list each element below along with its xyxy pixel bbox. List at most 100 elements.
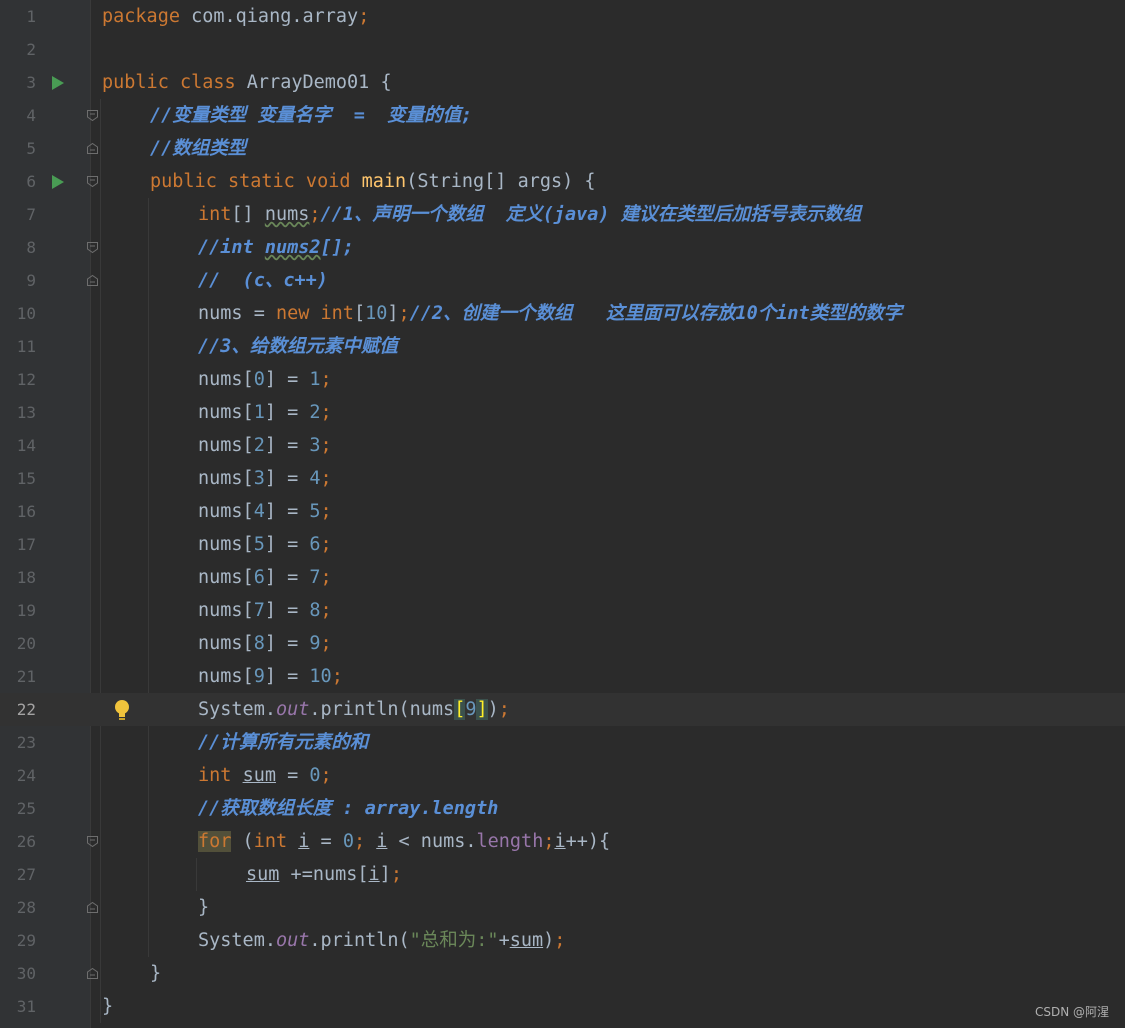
code-token: 9 <box>309 633 321 654</box>
code-token: sum <box>242 765 276 786</box>
line-number: 18 <box>16 568 36 587</box>
fold-close-icon[interactable] <box>86 142 99 155</box>
code-line[interactable]: 24 int sum = 0; <box>0 759 1125 792</box>
code-editor[interactable]: 1 package com.qiang.array; 2 3 public class … <box>0 0 1125 1023</box>
code-token: //3、给数组元素中赋值 <box>198 336 398 357</box>
line-number: 26 <box>16 832 36 851</box>
code-token: com.qiang.array <box>179 6 359 27</box>
code-text: int sum = 0; <box>198 766 332 786</box>
code-token: ; <box>554 930 566 951</box>
code-line[interactable]: 31} <box>0 990 1125 1023</box>
code-line[interactable]: 12 nums[0] = 1; <box>0 363 1125 396</box>
code-token: + <box>498 930 510 951</box>
code-line[interactable]: 21 nums[9] = 10; <box>0 660 1125 693</box>
code-line[interactable]: 23 //计算所有元素的和 <box>0 726 1125 759</box>
code-token: 8 <box>309 600 321 621</box>
fold-open-icon[interactable] <box>86 241 99 254</box>
line-number: 5 <box>26 139 36 158</box>
code-line[interactable]: 17 nums[5] = 6; <box>0 528 1125 561</box>
fold-close-icon[interactable] <box>86 967 99 980</box>
code-token: ; <box>320 369 332 390</box>
code-line[interactable]: 16 nums[4] = 5; <box>0 495 1125 528</box>
run-icon[interactable] <box>51 75 65 91</box>
line-number: 10 <box>16 304 36 323</box>
code-text: for (int i = 0; i < nums.length;i++){ <box>198 831 610 852</box>
code-line[interactable]: 19 nums[7] = 8; <box>0 594 1125 627</box>
code-token: ] = <box>264 534 310 555</box>
code-text: nums[1] = 2; <box>198 403 332 423</box>
code-token: 2 <box>309 402 321 423</box>
code-line[interactable]: 10 nums = new int[10];//2、创建一个数组 这里面可以存放1… <box>0 297 1125 330</box>
code-line[interactable]: 30} <box>0 957 1125 990</box>
code-line[interactable]: 7 int[] nums;//1、声明一个数组 定义(java) 建议在类型后加括… <box>0 198 1125 231</box>
code-token: 5 <box>309 501 321 522</box>
code-line[interactable]: 9 // (c、c++) <box>0 264 1125 297</box>
code-line[interactable]: 29 System.out.println("总和为:"+sum); <box>0 924 1125 957</box>
code-token: //计算所有元素的和 <box>198 732 369 753</box>
code-text: // (c、c++) <box>198 271 328 291</box>
code-token: ] = <box>264 567 310 588</box>
code-token: package <box>102 6 180 27</box>
code-text: nums[0] = 1; <box>198 370 332 390</box>
code-token: ; <box>309 204 321 225</box>
code-token: []; <box>320 237 354 258</box>
fold-open-icon[interactable] <box>86 835 99 848</box>
code-line[interactable]: 25 //获取数组长度 : array.length <box>0 792 1125 825</box>
code-token: ; <box>320 402 332 423</box>
code-token: i <box>554 831 566 852</box>
code-line[interactable]: 5 //数组类型 <box>0 132 1125 165</box>
line-number: 7 <box>26 205 36 224</box>
code-token: 5 <box>253 534 265 555</box>
code-line[interactable]: 20 nums[8] = 9; <box>0 627 1125 660</box>
code-token: ] = <box>264 633 310 654</box>
code-token: ; <box>320 633 332 654</box>
code-token: } <box>150 963 162 984</box>
code-token: ; <box>353 831 377 852</box>
code-line[interactable]: 3 public class ArrayDemo01 { <box>0 66 1125 99</box>
code-token: //2、创建一个数组 这里面可以存放10个int类型的数字 <box>409 303 903 324</box>
code-text: } <box>102 997 113 1017</box>
line-number: 21 <box>16 667 36 686</box>
code-token: ] = <box>264 468 310 489</box>
code-line[interactable]: 4 //变量类型 变量名字 = 变量的值; <box>0 99 1125 132</box>
line-number: 25 <box>16 799 36 818</box>
code-token: .println(nums <box>309 699 455 720</box>
code-token: for <box>198 831 232 852</box>
code-text: int[] nums;//1、声明一个数组 定义(java) 建议在类型后加括号… <box>198 205 861 225</box>
code-token: ] <box>379 864 391 885</box>
code-line[interactable]: 22 System.out.println(nums[9]); <box>0 693 1125 726</box>
code-token: [ <box>353 303 366 324</box>
code-line[interactable]: 13 nums[1] = 2; <box>0 396 1125 429</box>
code-line[interactable]: 15 nums[3] = 4; <box>0 462 1125 495</box>
code-token: //数组类型 <box>150 138 247 159</box>
code-token: //1、声明一个数组 定义(java) 建议在类型后加括号表示数组 <box>320 204 862 225</box>
line-number: 17 <box>16 535 36 554</box>
code-token: nums2 <box>264 237 321 258</box>
fold-close-icon[interactable] <box>86 901 99 914</box>
code-line[interactable]: 18 nums[6] = 7; <box>0 561 1125 594</box>
code-token: ; <box>390 864 402 885</box>
watermark: CSDN @阿湦 <box>1034 1005 1109 1019</box>
line-number: 11 <box>16 337 36 356</box>
code-line[interactable]: 14 nums[2] = 3; <box>0 429 1125 462</box>
code-line[interactable]: 28} <box>0 891 1125 924</box>
line-number: 6 <box>26 172 36 191</box>
code-line[interactable]: 27 sum +=nums[i]; <box>0 858 1125 891</box>
code-token: out <box>275 930 310 951</box>
code-text: nums[3] = 4; <box>198 469 332 489</box>
code-token: } <box>102 996 114 1017</box>
run-icon[interactable] <box>51 174 65 190</box>
fold-open-icon[interactable] <box>86 109 99 122</box>
code-line[interactable]: 1 package com.qiang.array; <box>0 0 1125 33</box>
code-line[interactable]: 8 //int nums2[]; <box>0 231 1125 264</box>
lightbulb-icon[interactable] <box>113 698 131 722</box>
code-line[interactable]: 26 for (int i = 0; i < nums.length;i++){ <box>0 825 1125 858</box>
code-line[interactable]: 11 //3、给数组元素中赋值 <box>0 330 1125 363</box>
code-line[interactable]: 6 public static void main(String[] args) … <box>0 165 1125 198</box>
code-line[interactable]: 2 <box>0 33 1125 66</box>
code-token: 0 <box>253 369 265 390</box>
fold-close-icon[interactable] <box>86 274 99 287</box>
code-token: new int <box>275 303 354 324</box>
code-text: public static void main(String[] args) { <box>150 172 596 192</box>
fold-open-icon[interactable] <box>86 175 99 188</box>
